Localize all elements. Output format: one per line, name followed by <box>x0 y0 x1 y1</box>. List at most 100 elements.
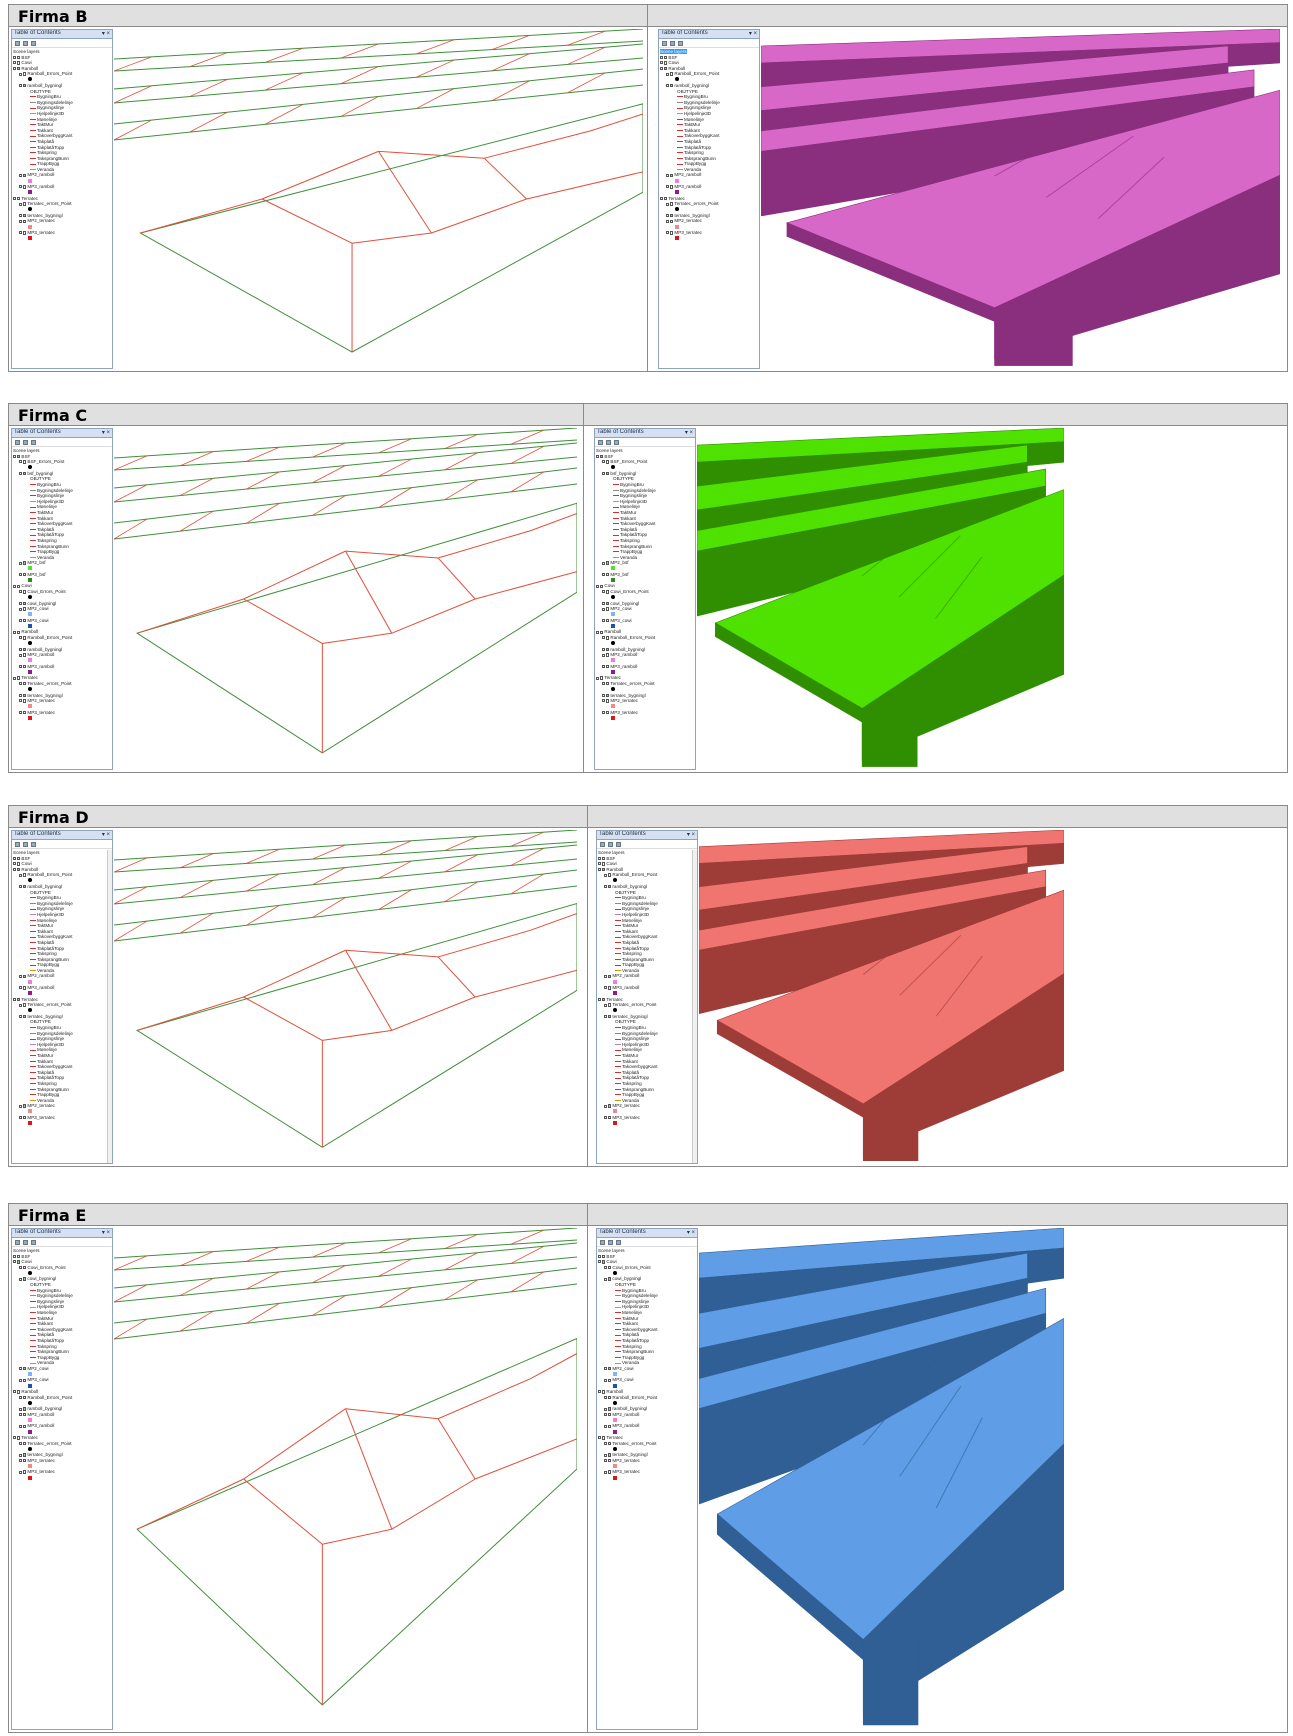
expand-icon[interactable] <box>19 202 22 206</box>
expand-icon[interactable] <box>602 682 605 686</box>
close-icon[interactable]: ▾ × <box>685 429 693 436</box>
expand-icon[interactable] <box>19 693 22 697</box>
layer-checkbox[interactable] <box>23 1277 27 1281</box>
layer-checkbox[interactable] <box>23 873 27 877</box>
expand-icon[interactable] <box>666 84 669 88</box>
expand-icon[interactable] <box>596 676 599 680</box>
expand-icon[interactable] <box>598 997 601 1001</box>
expand-icon[interactable] <box>19 711 22 715</box>
layer-checkbox[interactable] <box>23 1458 27 1463</box>
list-by-source-icon[interactable] <box>23 1240 28 1245</box>
expand-icon[interactable] <box>604 1277 607 1281</box>
expand-icon[interactable] <box>13 676 16 680</box>
expand-icon[interactable] <box>598 1390 601 1394</box>
expand-icon[interactable] <box>19 219 22 223</box>
3d-scene-view-wireframe[interactable] <box>114 29 643 369</box>
layer-checkbox[interactable] <box>23 647 27 652</box>
layer-checkbox[interactable] <box>23 693 27 698</box>
close-icon[interactable]: ▾ × <box>102 429 110 436</box>
expand-icon[interactable] <box>19 885 22 889</box>
layer-checkbox[interactable] <box>670 219 674 223</box>
layer-checkbox[interactable] <box>608 1014 612 1019</box>
expand-icon[interactable] <box>19 590 22 594</box>
toc-scrollbar[interactable] <box>107 850 112 1163</box>
expand-icon[interactable] <box>604 873 607 877</box>
close-icon[interactable]: ▾ × <box>102 1229 110 1236</box>
expand-icon[interactable] <box>604 1453 607 1457</box>
layer-checkbox[interactable] <box>17 61 21 65</box>
expand-icon[interactable] <box>604 1395 607 1399</box>
layer-checkbox[interactable] <box>664 55 668 60</box>
list-by-source-icon[interactable] <box>23 41 28 46</box>
layer-checkbox[interactable] <box>17 997 21 1002</box>
layer-checkbox[interactable] <box>608 1407 612 1411</box>
layer-checkbox[interactable] <box>23 1424 27 1428</box>
expand-icon[interactable] <box>13 196 16 200</box>
expand-icon[interactable] <box>13 55 16 59</box>
3d-scene-view-solid[interactable] <box>699 1228 1064 1730</box>
expand-icon[interactable] <box>604 1116 607 1120</box>
expand-icon[interactable] <box>13 1390 16 1394</box>
layer-checkbox[interactable] <box>23 664 27 669</box>
layer-checkbox[interactable] <box>23 1378 27 1382</box>
expand-icon[interactable] <box>19 84 22 88</box>
expand-icon[interactable] <box>19 460 22 464</box>
layer-checkbox[interactable] <box>23 618 27 623</box>
layer-checkbox[interactable] <box>606 460 610 464</box>
layer-checkbox[interactable] <box>23 986 27 990</box>
layer-checkbox[interactable] <box>606 693 610 698</box>
expand-icon[interactable] <box>13 1260 16 1264</box>
layer-checkbox[interactable] <box>664 196 668 201</box>
layer-checkbox[interactable] <box>602 1260 606 1264</box>
layer-checkbox[interactable] <box>670 231 674 235</box>
expand-icon[interactable] <box>19 1413 22 1417</box>
close-icon[interactable]: ▾ × <box>102 831 110 838</box>
layer-checkbox[interactable] <box>17 584 21 588</box>
close-icon[interactable]: ▾ × <box>687 1229 695 1236</box>
layer-checkbox[interactable] <box>608 1277 612 1281</box>
layer-checkbox[interactable] <box>606 664 610 669</box>
options-icon[interactable] <box>616 1240 621 1245</box>
layer-checkbox[interactable] <box>670 173 674 177</box>
layer-checkbox[interactable] <box>23 460 27 464</box>
expand-icon[interactable] <box>19 974 22 978</box>
layer-checkbox[interactable] <box>23 885 27 889</box>
expand-icon[interactable] <box>604 1407 607 1411</box>
layer-checkbox[interactable] <box>17 1390 21 1394</box>
expand-icon[interactable] <box>19 647 22 651</box>
layer-checkbox[interactable] <box>23 1116 27 1120</box>
expand-icon[interactable] <box>596 454 599 458</box>
options-icon[interactable] <box>678 41 683 46</box>
layer-checkbox[interactable] <box>17 867 21 872</box>
layer-checkbox[interactable] <box>23 561 27 565</box>
expand-icon[interactable] <box>19 231 22 235</box>
expand-icon[interactable] <box>19 619 22 623</box>
expand-icon[interactable] <box>604 1015 607 1019</box>
expand-icon[interactable] <box>604 1424 607 1428</box>
expand-icon[interactable] <box>604 1459 607 1463</box>
layer-checkbox[interactable] <box>606 607 610 611</box>
expand-icon[interactable] <box>19 472 22 476</box>
expand-icon[interactable] <box>19 1277 22 1281</box>
layer-checkbox[interactable] <box>23 231 27 235</box>
options-icon[interactable] <box>614 440 619 445</box>
layer-checkbox[interactable] <box>670 213 674 218</box>
layer-checkbox[interactable] <box>664 66 668 71</box>
layer-checkbox[interactable] <box>17 630 21 634</box>
options-icon[interactable] <box>31 842 36 847</box>
layer-checkbox[interactable] <box>608 1424 612 1428</box>
list-by-source-icon[interactable] <box>606 440 611 445</box>
layer-checkbox[interactable] <box>17 1260 21 1264</box>
layer-checkbox[interactable] <box>600 630 604 634</box>
list-by-drawing-order-icon[interactable] <box>15 41 20 46</box>
layer-checkbox[interactable] <box>23 185 27 189</box>
layer-checkbox[interactable] <box>608 1378 612 1382</box>
expand-icon[interactable] <box>19 873 22 877</box>
layer-checkbox[interactable] <box>606 682 610 686</box>
layer-checkbox[interactable] <box>608 1116 612 1120</box>
expand-icon[interactable] <box>660 55 663 59</box>
expand-icon[interactable] <box>13 67 16 71</box>
options-icon[interactable] <box>31 440 36 445</box>
expand-icon[interactable] <box>666 173 669 177</box>
expand-icon[interactable] <box>19 665 22 669</box>
